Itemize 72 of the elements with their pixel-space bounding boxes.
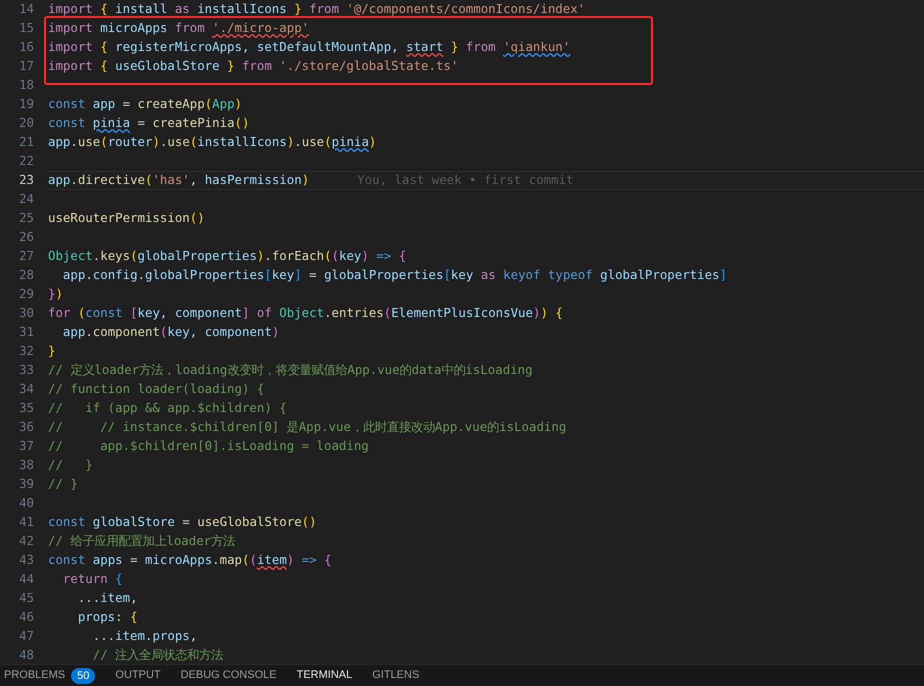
code-line: props: { (76, 608, 138, 626)
line-number: 17 (18, 57, 34, 76)
line-number: 32 (18, 342, 34, 360)
code-line: import microApps from './micro-app' (48, 19, 310, 38)
line-number: 26 (18, 228, 34, 246)
line-number: 19 (18, 95, 34, 114)
code-line: app.directive('has', hasPermission) (48, 171, 310, 190)
code-line: // // instance.$children[0] 是App.vue，此时直接改动App.vue的isLoading (48, 418, 566, 436)
code-line: const globalStore = useGlobalStore() (48, 513, 317, 532)
code-line: import { registerMicroApps, setDefaultMountApp, start } from 'qiankun' (48, 38, 570, 56)
code-line: app.use(router).use(installIcons).use(pinia) (48, 133, 376, 152)
code-line: for (const [key, component] of Object.entries(ElementPlusIconsVue)) { (48, 304, 563, 322)
line-number: 22 (18, 152, 34, 170)
line-number: 28 (18, 266, 34, 284)
code-line: ...item.props, (92, 627, 198, 646)
line-number: 21 (18, 133, 34, 152)
code-line: useRouterPermission() (48, 209, 205, 228)
code-line: // if (app && app.$children) { (48, 399, 287, 418)
panel-tab[interactable]: PROBLEMS (4, 664, 66, 686)
line-number: 18 (18, 76, 34, 94)
code-line: import { useGlobalStore } from './store/globalState.ts' (48, 57, 458, 76)
line-number: 15 (18, 19, 34, 38)
code-line: // } (48, 475, 78, 494)
line-number: 33 (18, 361, 34, 380)
line-number: 41 (18, 513, 34, 532)
line-number: 14 (18, 0, 34, 18)
code-line: const pinia = createPinia() (48, 114, 250, 132)
line-number: 39 (18, 475, 34, 494)
panel-tab[interactable]: TERMINAL (296, 664, 352, 686)
line-number: 45 (18, 589, 34, 608)
line-number: 43 (18, 551, 34, 570)
code-line: return { (62, 570, 123, 588)
code-line: // app.$children[0].isLoading = loading (48, 437, 369, 456)
line-number: 20 (18, 114, 34, 132)
line-number: 37 (18, 437, 34, 456)
line-number: 29 (18, 285, 34, 304)
line-number: 36 (18, 418, 34, 436)
code-line: const apps = microApps.map((item) => { (48, 551, 332, 570)
code-line: } (48, 342, 56, 360)
panel-tab[interactable]: DEBUG CONSOLE (180, 664, 277, 686)
count-badge: 50 (71, 668, 96, 684)
code-line: const app = createApp(App) (48, 95, 242, 114)
code-line: Object.keys(globalProperties).forEach((key) => { (48, 247, 406, 266)
line-number: 35 (18, 399, 34, 418)
code-line: ...item, (76, 589, 138, 608)
line-number: 30 (18, 304, 34, 322)
line-number: 23 (18, 171, 34, 190)
code-line: // function loader(loading) { (48, 380, 264, 398)
line-number: 47 (18, 627, 34, 646)
line-number: 31 (18, 323, 34, 342)
line-number: 42 (18, 532, 34, 550)
line-number: 46 (18, 608, 34, 626)
code-line: // 定义loader方法，loading改变时，将变量赋值给App.vue的data中的isLoading (48, 361, 533, 380)
blame-annotation: You, last week • first commit (357, 171, 574, 190)
line-number: 48 (18, 646, 34, 664)
panel-tab[interactable]: OUTPUT (115, 664, 161, 686)
line-number: 44 (18, 570, 34, 588)
line-number: 34 (18, 380, 34, 398)
line-number: 40 (18, 494, 34, 512)
panel-tab[interactable]: GITLENS (372, 664, 420, 686)
code-line: }) (48, 285, 63, 304)
line-number: 16 (18, 38, 34, 56)
line-number: 25 (18, 209, 34, 228)
line-number: 38 (18, 456, 34, 474)
code-line: // } (48, 456, 93, 474)
code-line: // 给子应用配置加上loader方法 (48, 532, 236, 550)
code-line: app.config.globalProperties[key] = globalProperties[key as keyof typeof globalProperties] (62, 266, 727, 284)
line-number: 27 (18, 247, 34, 266)
code-line: // 注入全局状态和方法 (92, 646, 224, 664)
code-line: app.component(key, component) (62, 323, 280, 342)
line-number: 24 (18, 190, 34, 208)
code-line: import { install as installIcons } from '@/components/commonIcons/index' (48, 0, 586, 18)
